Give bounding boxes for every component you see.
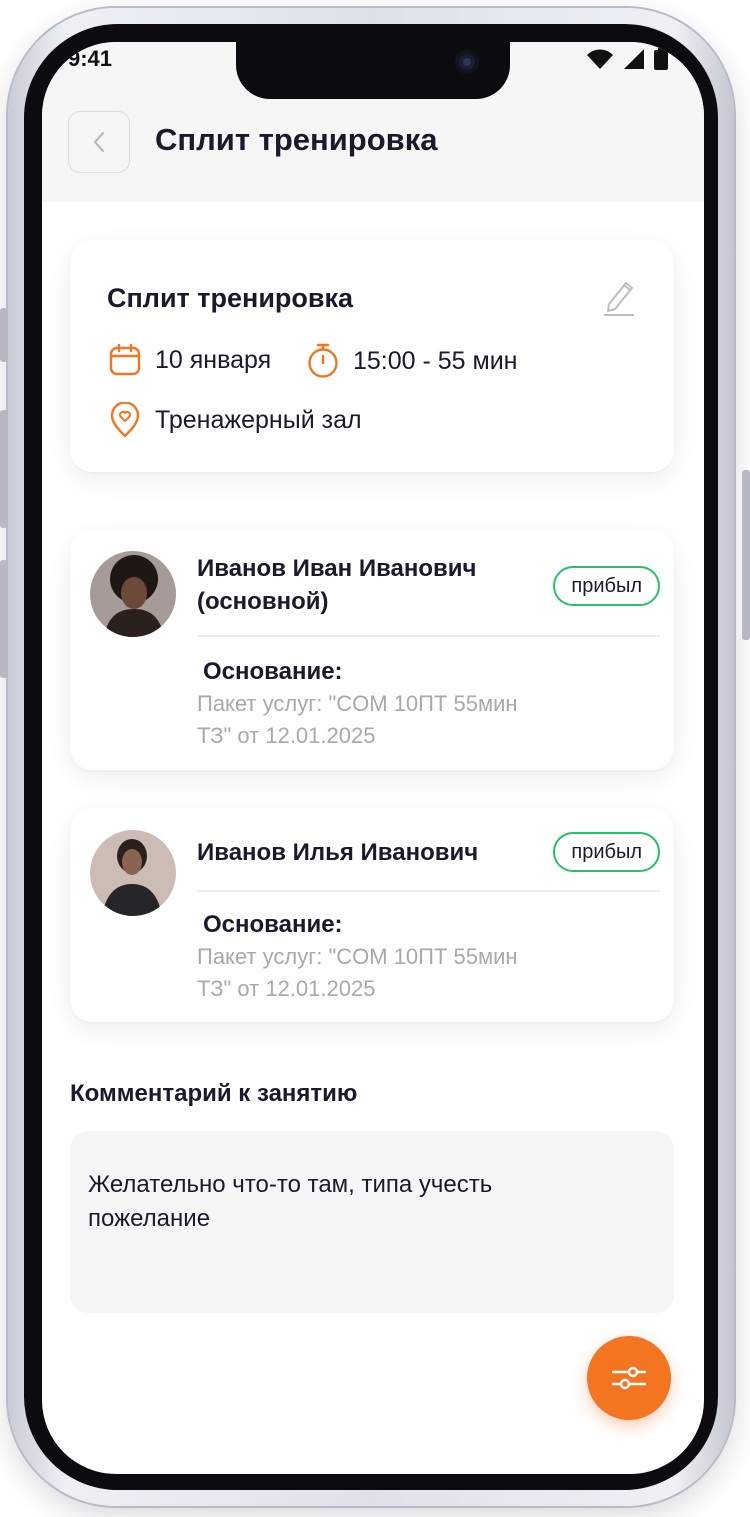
session-location-row: Тренажерный зал bbox=[108, 402, 362, 438]
session-date-row: 10 января bbox=[108, 343, 271, 377]
side-button-volume-down bbox=[0, 560, 8, 678]
status-badge: прибыл bbox=[553, 566, 660, 606]
page-title: Сплит тренировка bbox=[155, 122, 438, 157]
basis-label: Основание: bbox=[203, 911, 343, 938]
participant-card[interactable]: Иванов Илья Иванович прибыл Основание: П… bbox=[70, 808, 674, 1022]
session-date: 10 января bbox=[155, 345, 272, 374]
basis-text-line: ТЗ" от 12.01.2025 bbox=[197, 723, 376, 748]
map-pin-heart-icon bbox=[110, 402, 140, 438]
basis-label: Основание: bbox=[203, 658, 343, 685]
side-button-volume-up bbox=[0, 410, 8, 528]
status-time: 9:41 bbox=[68, 46, 113, 71]
comment-text-line: пожелание bbox=[88, 1205, 211, 1232]
back-button[interactable] bbox=[68, 111, 130, 173]
participant-name-line: Иванов Илья Иванович bbox=[197, 839, 479, 866]
stopwatch-icon bbox=[308, 343, 338, 378]
session-card: Сплит тренировка 10 января 15:00 - 55 ми… bbox=[70, 240, 674, 472]
comment-title: Комментарий к занятию bbox=[70, 1080, 358, 1107]
participant-card[interactable]: Иванов Иван Иванович (основной) прибыл О… bbox=[70, 530, 674, 770]
front-camera bbox=[455, 50, 479, 74]
session-title: Сплит тренировка bbox=[107, 283, 354, 313]
calendar-icon bbox=[109, 343, 141, 376]
signal-icon bbox=[624, 49, 644, 69]
chevron-left-icon bbox=[93, 131, 105, 153]
basis-text-line: Пакет услуг: "COM 10ПТ 55мин bbox=[197, 944, 518, 969]
status-badge: прибыл bbox=[553, 832, 660, 872]
participant-name: Иванов Иван Иванович (основной) bbox=[197, 552, 476, 618]
wifi-icon bbox=[587, 49, 613, 69]
basis-text: Пакет услуг: "COM 10ПТ 55мин ТЗ" от 12.0… bbox=[197, 941, 597, 1005]
battery-icon bbox=[654, 48, 668, 70]
avatar bbox=[90, 830, 176, 916]
basis-text: Пакет услуг: "COM 10ПТ 55мин ТЗ" от 12.0… bbox=[197, 688, 597, 752]
session-time-row: 15:00 - 55 мин bbox=[306, 343, 518, 379]
participant-name: Иванов Илья Иванович bbox=[197, 836, 478, 869]
notch bbox=[236, 42, 510, 99]
comment-field[interactable]: Желательно что-то там, типа учесть пожел… bbox=[70, 1131, 674, 1313]
divider bbox=[197, 890, 660, 892]
session-time: 15:00 - 55 мин bbox=[353, 346, 518, 375]
basis-text-line: Пакет услуг: "COM 10ПТ 55мин bbox=[197, 691, 518, 716]
side-button-silent bbox=[0, 308, 8, 362]
comment-text-line: Желательно что-то там, типа учесть bbox=[88, 1171, 493, 1198]
sliders-icon bbox=[612, 1366, 646, 1390]
avatar bbox=[90, 551, 176, 637]
filter-fab-button[interactable] bbox=[587, 1336, 671, 1420]
basis-text-line: ТЗ" от 12.01.2025 bbox=[197, 976, 376, 1001]
pencil-icon[interactable] bbox=[602, 278, 636, 321]
status-icons bbox=[586, 48, 668, 70]
participant-name-line: Иванов Иван Иванович bbox=[197, 555, 477, 582]
side-button-power bbox=[742, 470, 750, 640]
session-location: Тренажерный зал bbox=[155, 405, 362, 434]
phone-screen: 9:41 Сплит тренировка Сплит тренировка 1… bbox=[42, 42, 704, 1474]
divider bbox=[197, 635, 660, 637]
participant-name-note: (основной) bbox=[197, 588, 329, 615]
